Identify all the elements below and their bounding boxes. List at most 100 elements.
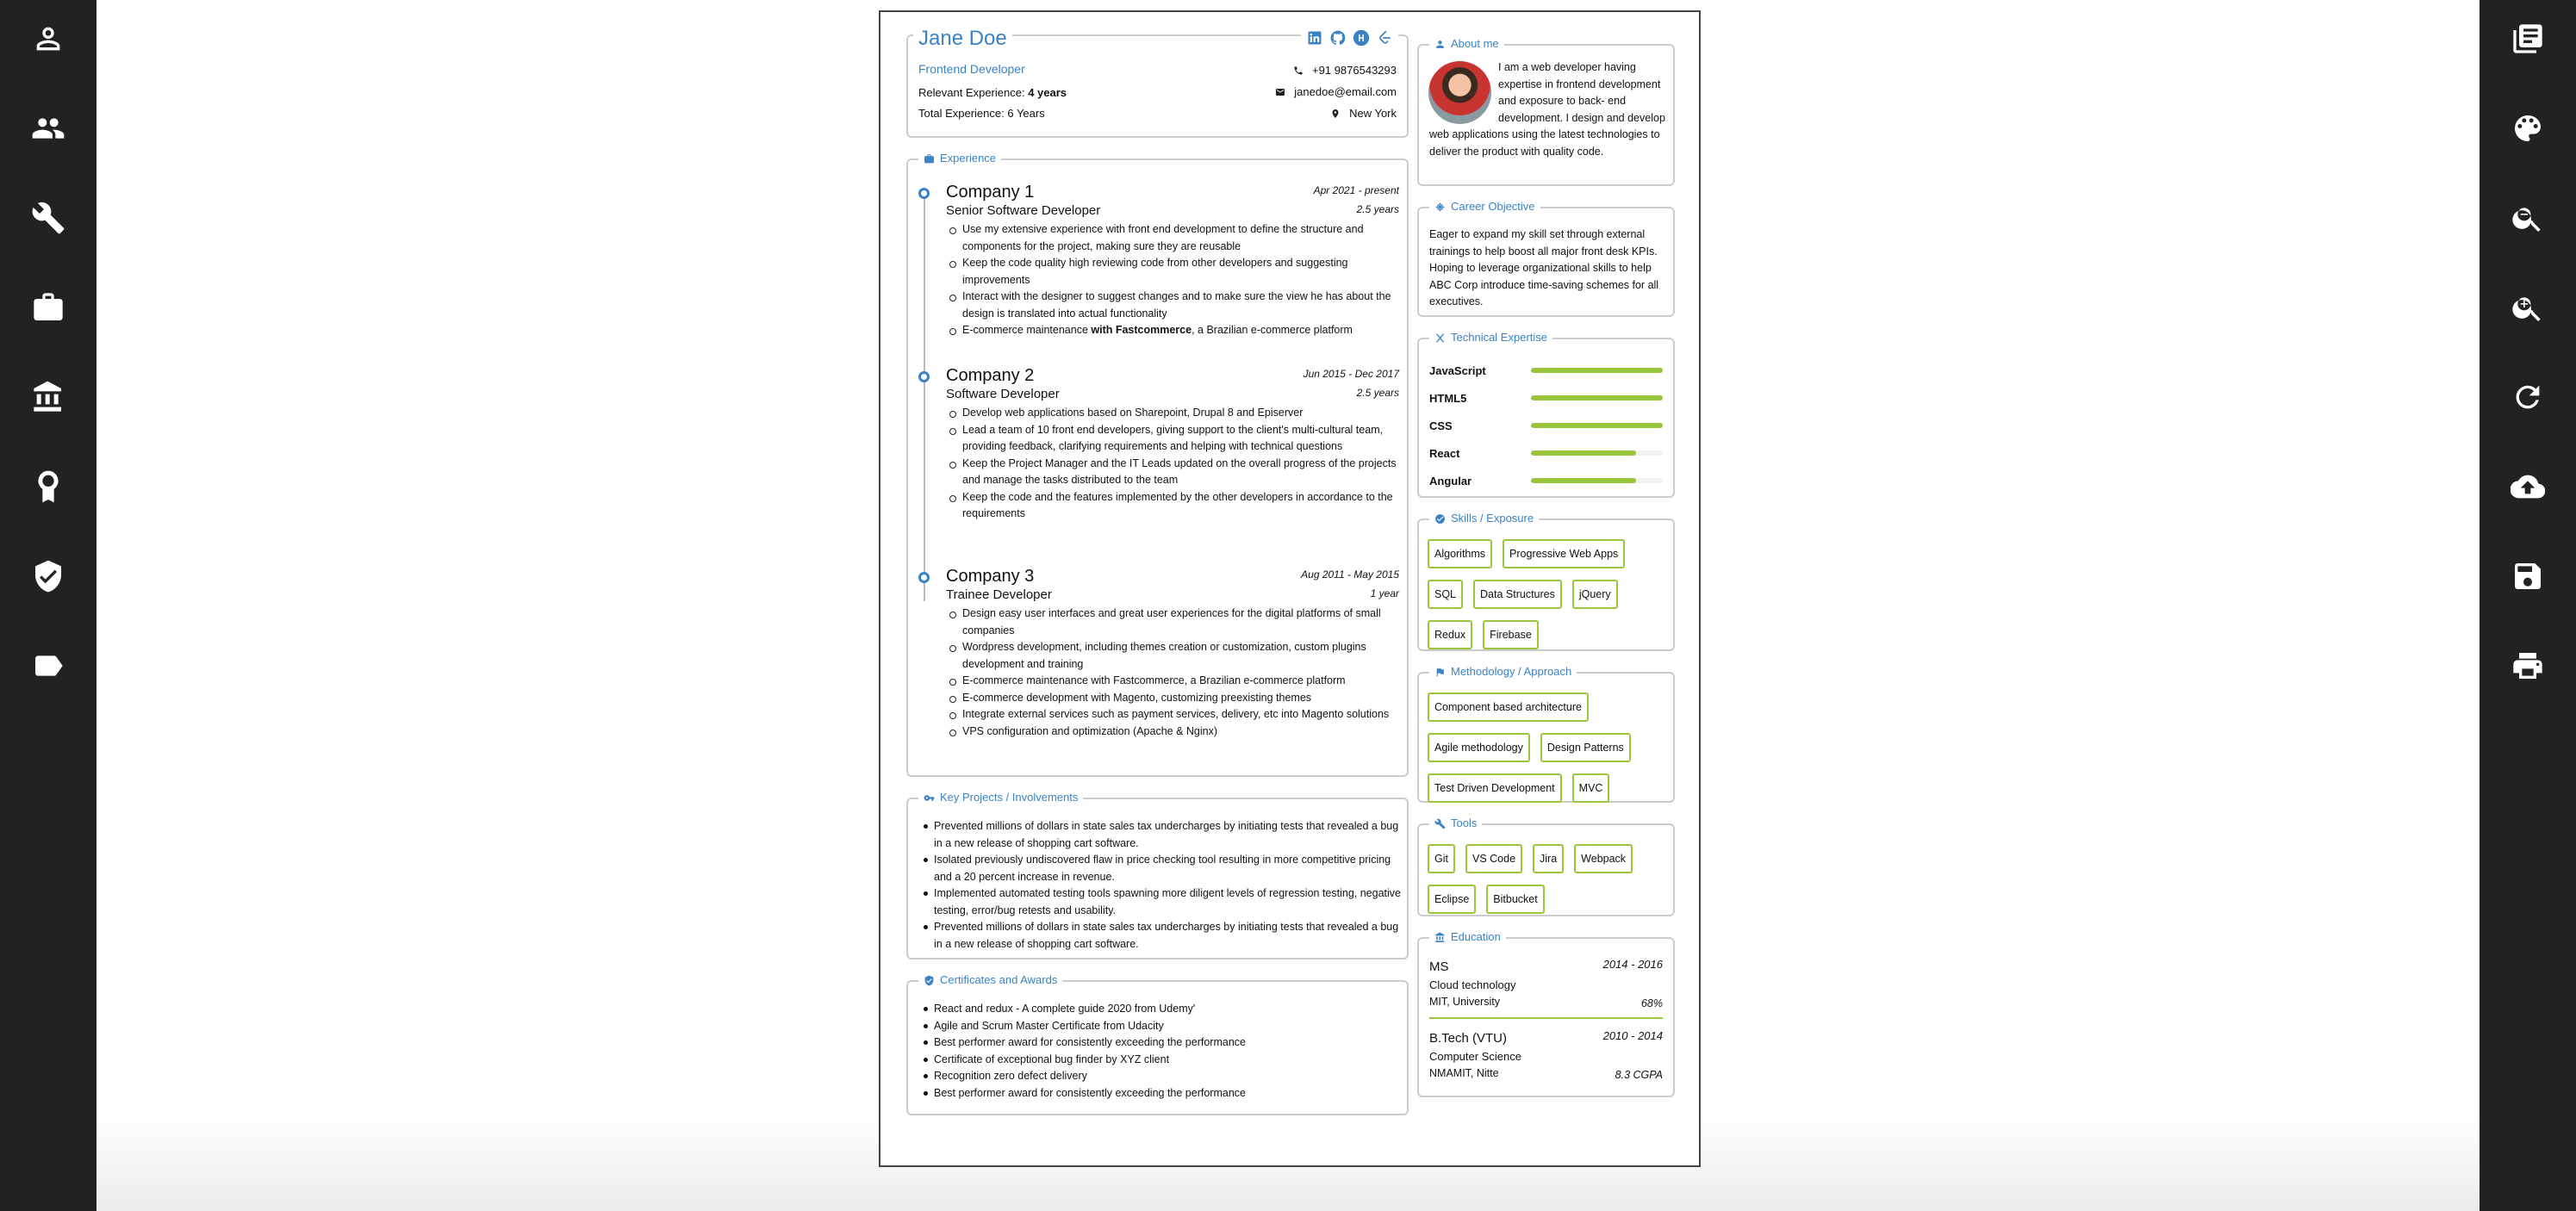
list-item: Design easy user interfaces and great us… xyxy=(946,606,1399,639)
person-icon[interactable] xyxy=(0,0,96,84)
education-university: MIT, University xyxy=(1429,996,1500,1008)
tag-icon[interactable] xyxy=(0,621,96,711)
relevant-experience: Relevant Experience: 4 years xyxy=(918,86,1067,99)
relevant-experience-label: Relevant Experience: xyxy=(918,86,1029,99)
list-item: Wordpress development, including themes … xyxy=(946,639,1399,673)
tools-title: Tools xyxy=(1429,816,1483,831)
wrench-icon[interactable] xyxy=(0,173,96,263)
list-item: React and redux - A complete guide 2020 … xyxy=(908,1001,1407,1018)
list-item: Keep the Project Manager and the IT Lead… xyxy=(946,456,1399,489)
company-points: Use my extensive experience with front e… xyxy=(946,221,1399,339)
email-contact: janedoe@email.com xyxy=(1275,85,1397,98)
location-text: New York xyxy=(1349,107,1397,120)
location-contact: New York xyxy=(1330,107,1397,120)
tag-chip: Algorithms xyxy=(1428,539,1493,568)
skill-row: React xyxy=(1429,439,1663,467)
cloud-upload-icon[interactable] xyxy=(2480,442,2576,531)
candidate-role: Frontend Developer xyxy=(918,62,1025,76)
award-icon[interactable] xyxy=(0,442,96,531)
tag-chip: Git xyxy=(1428,844,1455,873)
education-score: 68% xyxy=(1640,997,1663,1009)
skill-name: React xyxy=(1429,446,1460,460)
projects-section: Key Projects / Involvements Prevented mi… xyxy=(906,790,1409,959)
library-icon[interactable] xyxy=(2480,0,2576,84)
print-icon[interactable] xyxy=(2480,621,2576,711)
shield-icon[interactable] xyxy=(0,531,96,621)
person-icon xyxy=(1436,40,1444,48)
palette-icon[interactable] xyxy=(2480,84,2576,173)
refresh-icon[interactable] xyxy=(2480,352,2576,442)
github-icon[interactable] xyxy=(1329,29,1347,47)
list-item: E-commerce maintenance with Fastcommerce… xyxy=(946,673,1399,690)
methodology-section: Methodology / Approach Component based a… xyxy=(1417,664,1675,805)
linkedin-icon[interactable] xyxy=(1306,29,1323,47)
list-item: Interact with the designer to suggest ch… xyxy=(946,289,1399,322)
skills-title-label: Skills / Exposure xyxy=(1451,512,1534,525)
skill-name: Angular xyxy=(1429,474,1472,488)
company-date: Aug 2011 - May 2015 xyxy=(1301,568,1399,581)
header-section: Jane Doe Frontend Developer Relevant Exp… xyxy=(906,26,1409,138)
point-bold-text: with Fastcommerce xyxy=(1091,324,1192,336)
point-text: E-commerce maintenance xyxy=(962,324,1092,336)
experience-section: Experience Company 1 Senior Software Dev… xyxy=(906,151,1409,777)
list-item: Keep the code quality high reviewing cod… xyxy=(946,255,1399,289)
bank-icon[interactable] xyxy=(0,352,96,442)
tools-section: Tools Git VS Code Jira Webpack Eclipse Bitbuc… xyxy=(1417,816,1675,916)
skill-bar-track xyxy=(1531,450,1663,456)
key-icon xyxy=(924,794,935,801)
methodology-tags: Component based architecture Agile method… xyxy=(1428,692,1664,805)
skill-bar-track xyxy=(1531,395,1663,401)
list-item: Best performer award for consistently ex… xyxy=(908,1085,1407,1102)
phone-number[interactable]: +91 9876543293 xyxy=(1312,64,1397,77)
list-item: Implemented automated testing tools spaw… xyxy=(908,885,1407,919)
tag-chip: SQL xyxy=(1428,580,1464,609)
leetcode-icon[interactable] xyxy=(1376,29,1393,47)
skill-bar-fill xyxy=(1531,423,1663,428)
projects-title: Key Projects / Involvements xyxy=(918,790,1084,805)
skill-bar-fill xyxy=(1531,450,1637,456)
flag-icon xyxy=(1436,668,1444,676)
tag-chip: Webpack xyxy=(1574,844,1633,873)
certificates-title-label: Certificates and Awards xyxy=(940,973,1058,986)
zoom-in-icon[interactable] xyxy=(2480,263,2576,352)
experience-title: Experience xyxy=(918,151,1002,166)
certificates-section: Certificates and Awards React and redux … xyxy=(906,972,1409,1115)
tools-cross-icon xyxy=(1435,333,1445,342)
education-title: Education xyxy=(1429,929,1506,945)
social-links xyxy=(1301,29,1398,47)
education-years: 2014 - 2016 xyxy=(1602,958,1663,971)
briefcase-icon[interactable] xyxy=(0,263,96,352)
skill-list: JavaScript HTML5 CSS React Angular xyxy=(1429,357,1663,494)
tag-chip: Redux xyxy=(1428,620,1473,649)
skill-bar-track xyxy=(1531,368,1663,373)
about-text: I am a web developer having expertise in… xyxy=(1429,61,1665,158)
skill-bar-track xyxy=(1531,423,1663,428)
company-position: Software Developer xyxy=(946,387,1060,401)
company-entry: Company 3 Trainee Developer Aug 2011 - M… xyxy=(918,567,1399,740)
timeline-line xyxy=(924,196,925,601)
people-icon[interactable] xyxy=(0,84,96,173)
list-item: Recognition zero defect delivery xyxy=(908,1068,1407,1085)
list-item: Certificate of exceptional bug finder by… xyxy=(908,1052,1407,1069)
technical-section: Technical Expertise JavaScript HTML5 CSS Re… xyxy=(1417,330,1675,498)
company-position: Senior Software Developer xyxy=(946,203,1101,218)
briefcase-icon xyxy=(924,153,934,163)
company-position: Trainee Developer xyxy=(946,587,1052,602)
objective-section: Career Objective Eager to expand my skil… xyxy=(1417,199,1675,317)
total-experience: Total Experience: 6 Years xyxy=(918,107,1045,120)
email-address[interactable]: janedoe@email.com xyxy=(1294,85,1397,98)
objective-text: Eager to expand my skill set through ext… xyxy=(1429,228,1659,307)
check-circle-icon xyxy=(1435,513,1445,524)
company-duration: 2.5 years xyxy=(1356,203,1399,215)
list-item: Agile and Scrum Master Certificate from … xyxy=(908,1018,1407,1035)
zoom-out-icon[interactable] xyxy=(2480,173,2576,263)
skill-name: HTML5 xyxy=(1429,391,1467,405)
skill-bar-track xyxy=(1531,478,1663,483)
save-icon[interactable] xyxy=(2480,531,2576,621)
hackerrank-icon[interactable] xyxy=(1353,29,1370,47)
tools-title-label: Tools xyxy=(1451,817,1478,829)
location-icon xyxy=(1332,109,1339,118)
candidate-name: Jane Doe xyxy=(913,26,1012,52)
left-sidebar xyxy=(0,0,96,1211)
phone-contact: +91 9876543293 xyxy=(1293,64,1397,77)
